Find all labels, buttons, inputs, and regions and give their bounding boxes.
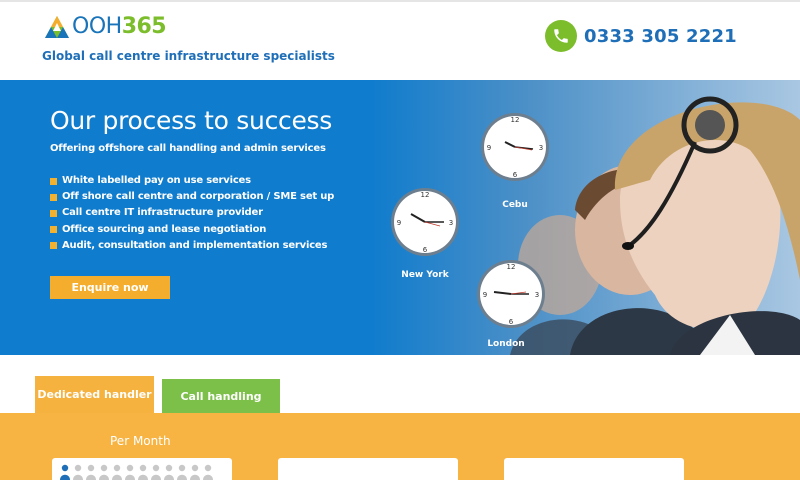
phone-contact[interactable]: 0333 305 2221 [545,20,737,52]
svg-text:3: 3 [539,144,543,152]
bullet-icon [50,210,57,217]
top-border [0,0,800,2]
hero-banner: Our process to success Offering offshore… [0,80,800,355]
hero-subtitle: Offering offshore call handling and admi… [50,143,326,154]
phone-icon [545,20,577,52]
clock-new-york-icon: 12 3 6 9 [391,188,459,256]
svg-text:12: 12 [507,263,516,271]
clock-cebu-icon: 12 3 6 9 [481,113,549,181]
person-icon[interactable] [86,464,96,480]
svg-text:9: 9 [483,291,487,299]
phone-number[interactable]: 0333 305 2221 [584,26,737,47]
logo-text-365: 365 [121,14,167,39]
logo-text-ooh: OOH [72,14,122,39]
bullet-icon [50,193,57,201]
pricing-card[interactable] [278,458,458,480]
svg-text:3: 3 [449,219,453,227]
enquire-now-button[interactable]: Enquire now [50,276,170,299]
bullet-icon [50,242,57,250]
person-icon[interactable] [151,464,161,480]
person-icon[interactable] [112,464,122,480]
svg-text:6: 6 [423,246,428,254]
logo-triangle-icon [45,16,69,38]
tab-call-handling[interactable]: Call handling [162,379,280,413]
svg-text:6: 6 [509,318,514,326]
clock-label-london: London [487,339,525,349]
pricing-card[interactable] [504,458,684,480]
list-item: White labelled pay on use services [50,173,334,189]
list-item-label: Audit, consultation and implementation s… [62,239,328,251]
staff-count-selector[interactable] [60,464,216,480]
per-month-label: Per Month [110,434,171,448]
svg-text:9: 9 [397,219,401,227]
list-item: Office sourcing and lease negotiation [50,222,334,238]
svg-text:12: 12 [421,191,430,199]
list-item: Call centre IT infrastructure provider [50,205,334,221]
svg-text:6: 6 [513,171,518,179]
person-icon[interactable] [203,464,213,480]
logo[interactable]: OOH365 [44,14,167,40]
person-icon[interactable] [125,464,135,480]
person-icon[interactable] [60,464,70,480]
bullet-icon [50,226,57,234]
list-item: Off shore call centre and corporation / … [50,189,334,205]
list-item-label: Off shore call centre and corporation / … [62,191,335,203]
hero-title: Our process to success [50,106,332,135]
svg-text:9: 9 [487,144,491,152]
svg-text:12: 12 [511,116,520,124]
person-icon[interactable] [73,464,83,480]
services-list: White labelled pay on use services Off s… [50,173,334,254]
person-icon[interactable] [99,464,109,480]
svg-text:3: 3 [535,291,539,299]
list-item-label: Office sourcing and lease negotiation [62,223,267,235]
tagline: Global call centre infrastructure specia… [42,49,335,63]
person-icon[interactable] [177,464,187,480]
person-icon[interactable] [138,464,148,480]
list-item-label: Call centre IT infrastructure provider [62,207,263,219]
clock-label-new-york: New York [401,270,449,280]
clock-london-icon: 12 3 6 9 [477,260,545,328]
list-item-label: White labelled pay on use services [62,175,251,186]
clock-label-cebu: Cebu [502,200,528,210]
person-icon[interactable] [190,464,200,480]
tab-dedicated-handler[interactable]: Dedicated handler [35,376,154,413]
bullet-icon [50,177,57,185]
list-item: Audit, consultation and implementation s… [50,238,334,254]
person-icon[interactable] [164,464,174,480]
